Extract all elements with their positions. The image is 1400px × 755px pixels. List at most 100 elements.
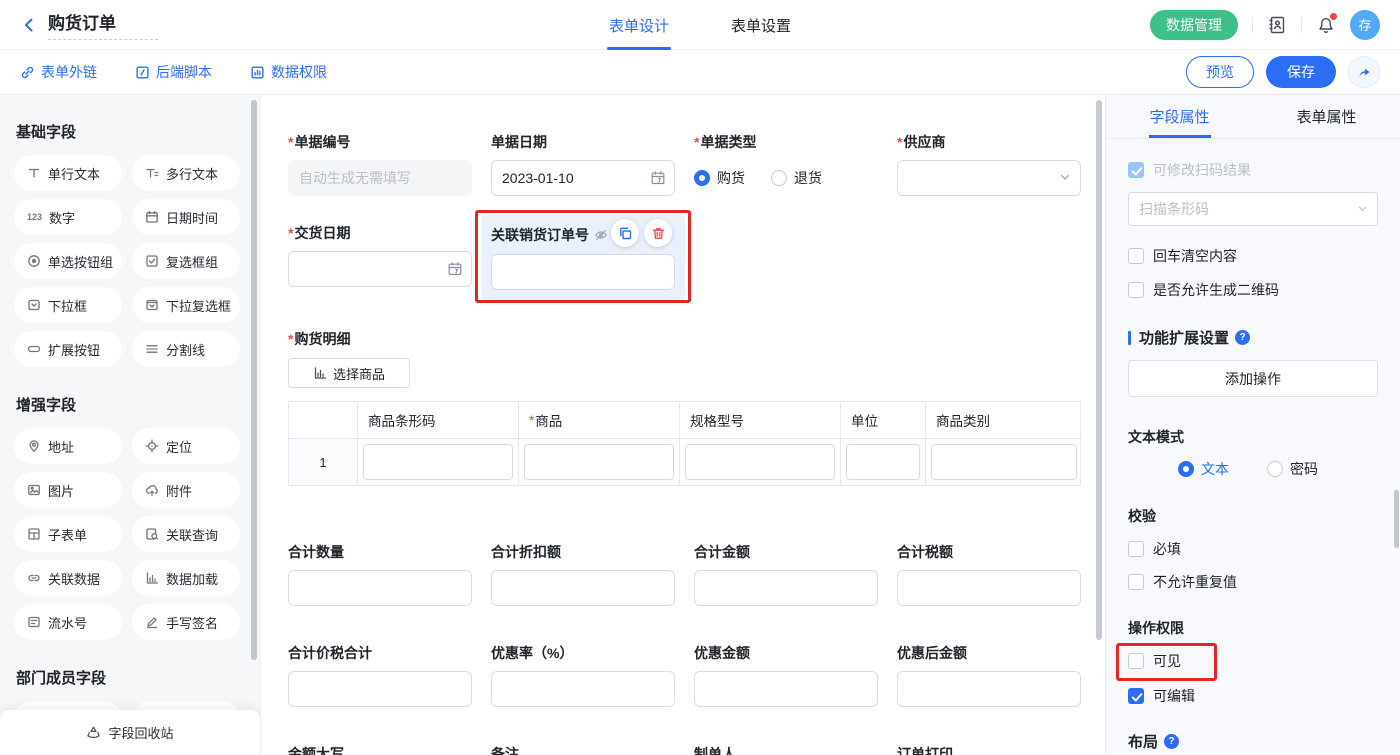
notification-dot: [1330, 13, 1337, 20]
radio-on-icon: [1178, 461, 1194, 477]
field-total-with-tax[interactable]: 合计价税合计: [288, 643, 472, 707]
copy-field-button[interactable]: [611, 219, 639, 247]
sidebar-item-linked-data[interactable]: 关联数据: [14, 560, 122, 596]
option-required[interactable]: 必填: [1128, 539, 1378, 559]
choose-product-button[interactable]: 选择商品: [288, 358, 410, 388]
delivery-date-input[interactable]: [288, 251, 472, 287]
discount-amount-input[interactable]: [694, 671, 878, 707]
sidebar-item-datetime[interactable]: 日期时间: [132, 199, 240, 235]
preview-button[interactable]: 预览: [1186, 56, 1254, 88]
field-creator[interactable]: 制单人 当前用户: [694, 744, 878, 755]
doc-no-input[interactable]: [288, 160, 472, 196]
option-scan-editable[interactable]: 可修改扫码结果: [1128, 160, 1378, 180]
field-after-discount[interactable]: 优惠后金额: [897, 643, 1081, 707]
sidebar-item-data-load[interactable]: 数据加载: [132, 560, 240, 596]
panel-scrollbar[interactable]: [1394, 490, 1399, 548]
option-visible[interactable]: 可见: [1128, 651, 1378, 671]
field-total-amount[interactable]: 合计金额: [694, 542, 878, 606]
option-editable[interactable]: 可编辑: [1128, 686, 1378, 706]
option-allow-qrcode[interactable]: 是否允许生成二维码: [1128, 280, 1378, 300]
category-input[interactable]: [931, 444, 1077, 480]
field-total-qty[interactable]: 合计数量: [288, 542, 472, 606]
field-discount-rate[interactable]: 优惠率（%）: [491, 643, 675, 707]
tab-form-settings[interactable]: 表单设置: [731, 0, 791, 50]
discount-rate-input[interactable]: [491, 671, 675, 707]
sidebar-item-divider[interactable]: 分割线: [132, 331, 240, 367]
field-total-tax[interactable]: 合计税额: [897, 542, 1081, 606]
sidebar-item-location[interactable]: 定位: [132, 428, 240, 464]
field-total-discount[interactable]: 合计折扣额: [491, 542, 675, 606]
linked-order-input[interactable]: [491, 254, 675, 290]
barcode-input[interactable]: [363, 444, 513, 480]
backend-script-button[interactable]: 后端脚本: [135, 62, 212, 82]
field-remark[interactable]: 备注: [491, 744, 675, 755]
sidebar-item-linked-query[interactable]: 关联查询: [132, 516, 240, 552]
delete-field-button[interactable]: [644, 219, 672, 247]
scan-mode-select[interactable]: 扫描条形码: [1128, 192, 1378, 226]
sidebar-item-checkbox-group[interactable]: 复选框组: [132, 243, 240, 279]
sidebar-scrollbar[interactable]: [251, 100, 257, 660]
contact-book-icon[interactable]: [1267, 15, 1287, 35]
sidebar-item-signature[interactable]: 手写签名: [132, 604, 240, 640]
radio-text-mode[interactable]: 文本: [1178, 459, 1229, 479]
canvas-scrollbar[interactable]: [1096, 100, 1102, 640]
doc-date-input[interactable]: [491, 160, 675, 196]
tab-form-design[interactable]: 表单设计: [609, 0, 669, 50]
sidebar-item-dropdown-multi[interactable]: 下拉复选框: [132, 287, 240, 323]
sidebar-item-attachment[interactable]: 附件: [132, 472, 240, 508]
sidebar-item-multi-line-text[interactable]: 多行文本: [132, 155, 240, 191]
field-discount-amount[interactable]: 优惠金额: [694, 643, 878, 707]
total-discount-input[interactable]: [491, 570, 675, 606]
share-button[interactable]: [1348, 56, 1380, 88]
radio-purchase[interactable]: 购货: [694, 168, 745, 188]
total-tax-input[interactable]: [897, 570, 1081, 606]
radio-return[interactable]: 退货: [771, 168, 822, 188]
add-action-button[interactable]: 添加操作: [1128, 360, 1378, 397]
after-discount-input[interactable]: [897, 671, 1081, 707]
help-icon[interactable]: [1235, 330, 1250, 345]
external-link-button[interactable]: 表单外链: [20, 62, 97, 82]
total-qty-input[interactable]: [288, 570, 472, 606]
sidebar-item-radio-group[interactable]: 单选按钮组: [14, 243, 122, 279]
option-enter-clear[interactable]: 回车清空内容: [1128, 246, 1378, 266]
help-icon[interactable]: [1164, 734, 1179, 749]
total-with-tax-input[interactable]: [288, 671, 472, 707]
tab-field-properties[interactable]: 字段属性: [1106, 95, 1253, 138]
field-recycle-bin[interactable]: 字段回收站: [0, 710, 260, 755]
spec-input[interactable]: [685, 444, 835, 480]
save-button[interactable]: 保存: [1266, 56, 1336, 88]
validation-title: 校验: [1128, 506, 1378, 526]
sidebar-item-image[interactable]: 图片: [14, 472, 122, 508]
sidebar-item-subform[interactable]: 子表单: [14, 516, 122, 552]
eye-off-icon: [594, 228, 608, 242]
sidebar-item-serial-number[interactable]: 流水号: [14, 604, 122, 640]
backend-script-label: 后端脚本: [156, 62, 212, 82]
total-amount-input[interactable]: [694, 570, 878, 606]
form-title[interactable]: 购货订单: [48, 9, 158, 40]
field-doc-no[interactable]: *单据编号: [288, 132, 472, 196]
sidebar-item-address[interactable]: 地址: [14, 428, 122, 464]
selected-field-linked-sales-order[interactable]: 关联销货订单号: [481, 215, 685, 300]
data-manage-button[interactable]: 数据管理: [1150, 10, 1238, 40]
field-purchase-detail[interactable]: *购货明细 选择商品 商品条形码 *商品 规格型号 单位 商品类别: [288, 329, 1081, 486]
sidebar-item-dropdown[interactable]: 下拉框: [14, 287, 122, 323]
field-doc-type[interactable]: *单据类型 购货 退货: [694, 132, 878, 196]
field-delivery-date[interactable]: *交货日期: [288, 223, 472, 300]
sidebar-item-single-line-text[interactable]: 单行文本: [14, 155, 122, 191]
field-doc-date[interactable]: 单据日期: [491, 132, 675, 196]
radio-password-mode[interactable]: 密码: [1267, 459, 1318, 479]
field-amount-words[interactable]: 金额大写: [288, 744, 472, 755]
supplier-select[interactable]: [897, 160, 1081, 196]
sidebar-item-extend-button[interactable]: 扩展按钮: [14, 331, 122, 367]
field-supplier[interactable]: *供应商: [897, 132, 1081, 196]
back-icon[interactable]: [20, 16, 38, 34]
field-order-print[interactable]: 订单打印 打印: [897, 744, 1081, 755]
product-input[interactable]: [524, 444, 674, 480]
notification-bell-icon[interactable]: [1316, 15, 1336, 35]
sidebar-item-number[interactable]: 123 数字: [14, 199, 122, 235]
user-avatar[interactable]: 存: [1350, 10, 1380, 40]
unit-input[interactable]: [846, 444, 920, 480]
option-no-duplicate[interactable]: 不允许重复值: [1128, 572, 1378, 592]
tab-form-properties[interactable]: 表单属性: [1253, 95, 1400, 138]
data-permission-button[interactable]: 数据权限: [250, 62, 327, 82]
